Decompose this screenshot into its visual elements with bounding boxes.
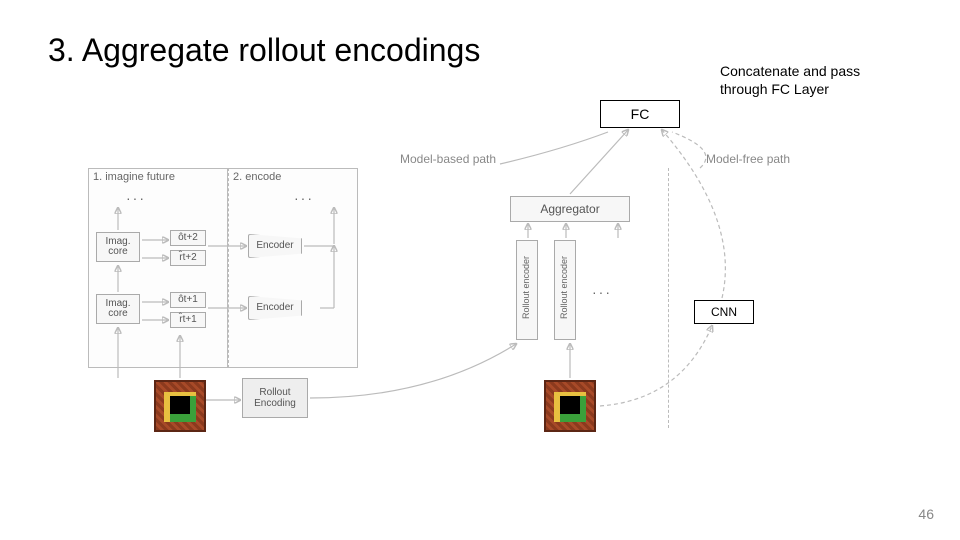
panel-imagine-future: 1. imagine future — [88, 168, 228, 368]
rollout-encoding-box: Rollout Encoding — [242, 378, 308, 418]
dots-rollouts: ··· — [592, 284, 612, 300]
page-number: 46 — [918, 506, 934, 522]
dots-panel2: ··· — [294, 190, 314, 206]
rollout-encoder-1-label: Rollout encoder — [521, 256, 531, 319]
obs-t2: ôt+2 — [170, 230, 206, 246]
rew-t2: r̂t+2 — [170, 250, 206, 266]
fc-layer-box: FC — [600, 100, 680, 128]
panel-encode: 2. encode — [228, 168, 358, 368]
dots-panel1: ··· — [126, 190, 146, 206]
model-free-path-label: Model-free path — [706, 152, 790, 166]
slide-title: 3. Aggregate rollout encodings — [48, 32, 480, 69]
cnn-box: CNN — [694, 300, 754, 324]
fc-caption: Concatenate and pass through FC Layer — [720, 62, 870, 98]
panel1-title: 1. imagine future — [93, 171, 175, 183]
game-thumbnail-left — [154, 380, 206, 432]
panel2-title: 2. encode — [233, 171, 281, 183]
path-divider — [668, 168, 669, 428]
game-thumbnail-right — [544, 380, 596, 432]
obs-t1: ôt+1 — [170, 292, 206, 308]
model-based-path-label: Model-based path — [400, 152, 496, 166]
rollout-encoder-2-label: Rollout encoder — [559, 256, 569, 319]
rew-t1: r̂t+1 — [170, 312, 206, 328]
imag-core-t1: Imag. core — [96, 294, 140, 324]
imag-core-t2: Imag. core — [96, 232, 140, 262]
aggregator-box: Aggregator — [510, 196, 630, 222]
